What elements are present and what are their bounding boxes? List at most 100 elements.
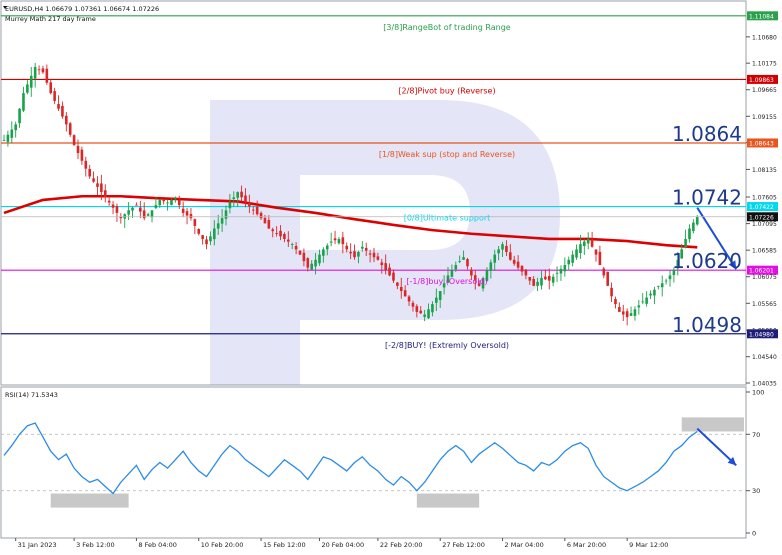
price-tick-label: 1.09155 [752,114,777,121]
candle-body [372,252,376,258]
candle-body [512,259,516,264]
price-badge-label: 1.07422 [749,204,774,211]
candle-body [37,69,41,71]
candle-body [29,75,33,88]
price-tick-label: 1.05565 [752,301,777,308]
candle-body [364,247,368,251]
candle-body [614,299,617,305]
price-badge-label: 1.04980 [749,331,774,338]
candle-body [283,233,286,239]
rsi-shaded-zone [416,493,480,508]
candle-body [329,241,333,243]
time-tick-label: 2 Mar 04:00 [505,541,544,549]
candle-body [361,246,364,249]
candle-body [310,263,313,270]
candle-body [407,296,411,302]
candle-body [649,293,652,296]
candle-body [653,289,656,296]
candle-body [489,262,493,271]
candle-body [92,178,95,182]
candle-body [333,238,337,241]
candle-body [602,268,606,276]
candle-body [201,235,204,239]
candle-body [415,306,419,312]
candle-body [645,297,648,304]
candle-body [322,249,325,256]
candle-body [290,244,294,245]
candle-body [357,251,360,257]
candle-body [411,302,415,307]
candle-body [115,205,119,213]
candle-body [540,278,543,286]
candle-body [606,271,609,286]
candle-body [544,276,547,280]
murrey-level-label: [1/8]Weak sup (stop and Reverse) [379,150,515,159]
time-tick-label: 9 Mar 12:00 [629,541,668,549]
time-tick-label: 27 Feb 12:00 [442,541,485,549]
candle-body [505,245,508,252]
rsi-tick-label: 70 [752,431,760,439]
candle-body [575,249,578,258]
price-tick-label: 1.06585 [752,248,777,255]
candle-body [368,253,372,255]
candle-body [668,275,672,280]
candle-body [318,254,321,264]
candle-body [610,287,613,297]
price-tick-label: 1.06075 [752,274,777,281]
murrey-level-label: [-2/8]BUY! (Extremly Oversold) [385,341,509,350]
candle-body [107,200,111,203]
candle-body [384,263,387,271]
candle-body [174,197,177,199]
candle-body [22,93,25,111]
candle-body [162,199,165,202]
candle-body [72,135,76,146]
candle-body [45,68,49,83]
candle-body [80,149,84,161]
candle-body [193,219,197,226]
price-tick-label: 1.07095 [752,221,777,228]
candle-body [341,237,345,245]
candle-body [431,304,434,313]
candle-body [337,238,341,244]
price-badge-label: 1.09863 [749,77,774,84]
candle-body [26,84,29,93]
candle-body [146,214,150,216]
price-tick-label: 1.08135 [752,167,777,174]
rsi-tick-label: 0 [752,530,756,538]
candle-body [594,249,598,255]
candle-body [497,249,500,254]
candle-body [684,238,687,248]
candle-body [314,259,317,267]
candle-body [127,210,130,215]
price-tick-label: 1.10175 [752,61,777,68]
candle-body [267,219,271,229]
candle-body [170,199,173,206]
candle-body [454,265,458,270]
candle-body [349,251,352,254]
candle-body [692,222,695,232]
candle-body [629,313,633,316]
candle-body [259,212,263,219]
candle-body [275,233,278,234]
candle-body [84,160,88,169]
candle-body [571,254,574,263]
candle-body [633,309,637,316]
candle-body [532,279,535,286]
candle-body [388,267,391,276]
candle-body [197,228,201,234]
candle-body [520,265,524,272]
candle-body [688,228,691,240]
candle-body [516,261,520,268]
candle-body [177,200,181,206]
candle-body [228,202,232,209]
time-tick-label: 22 Feb 20:00 [380,541,423,549]
candle-body [427,309,430,319]
candle-body [216,223,220,229]
candle-body [423,314,426,317]
candle-body [664,280,668,282]
price-tick-label: 1.04540 [752,354,777,361]
candle-body [637,305,641,308]
candle-body [353,251,356,258]
time-tick-label: 20 Feb 04:00 [321,541,364,549]
candle-body [567,259,571,265]
